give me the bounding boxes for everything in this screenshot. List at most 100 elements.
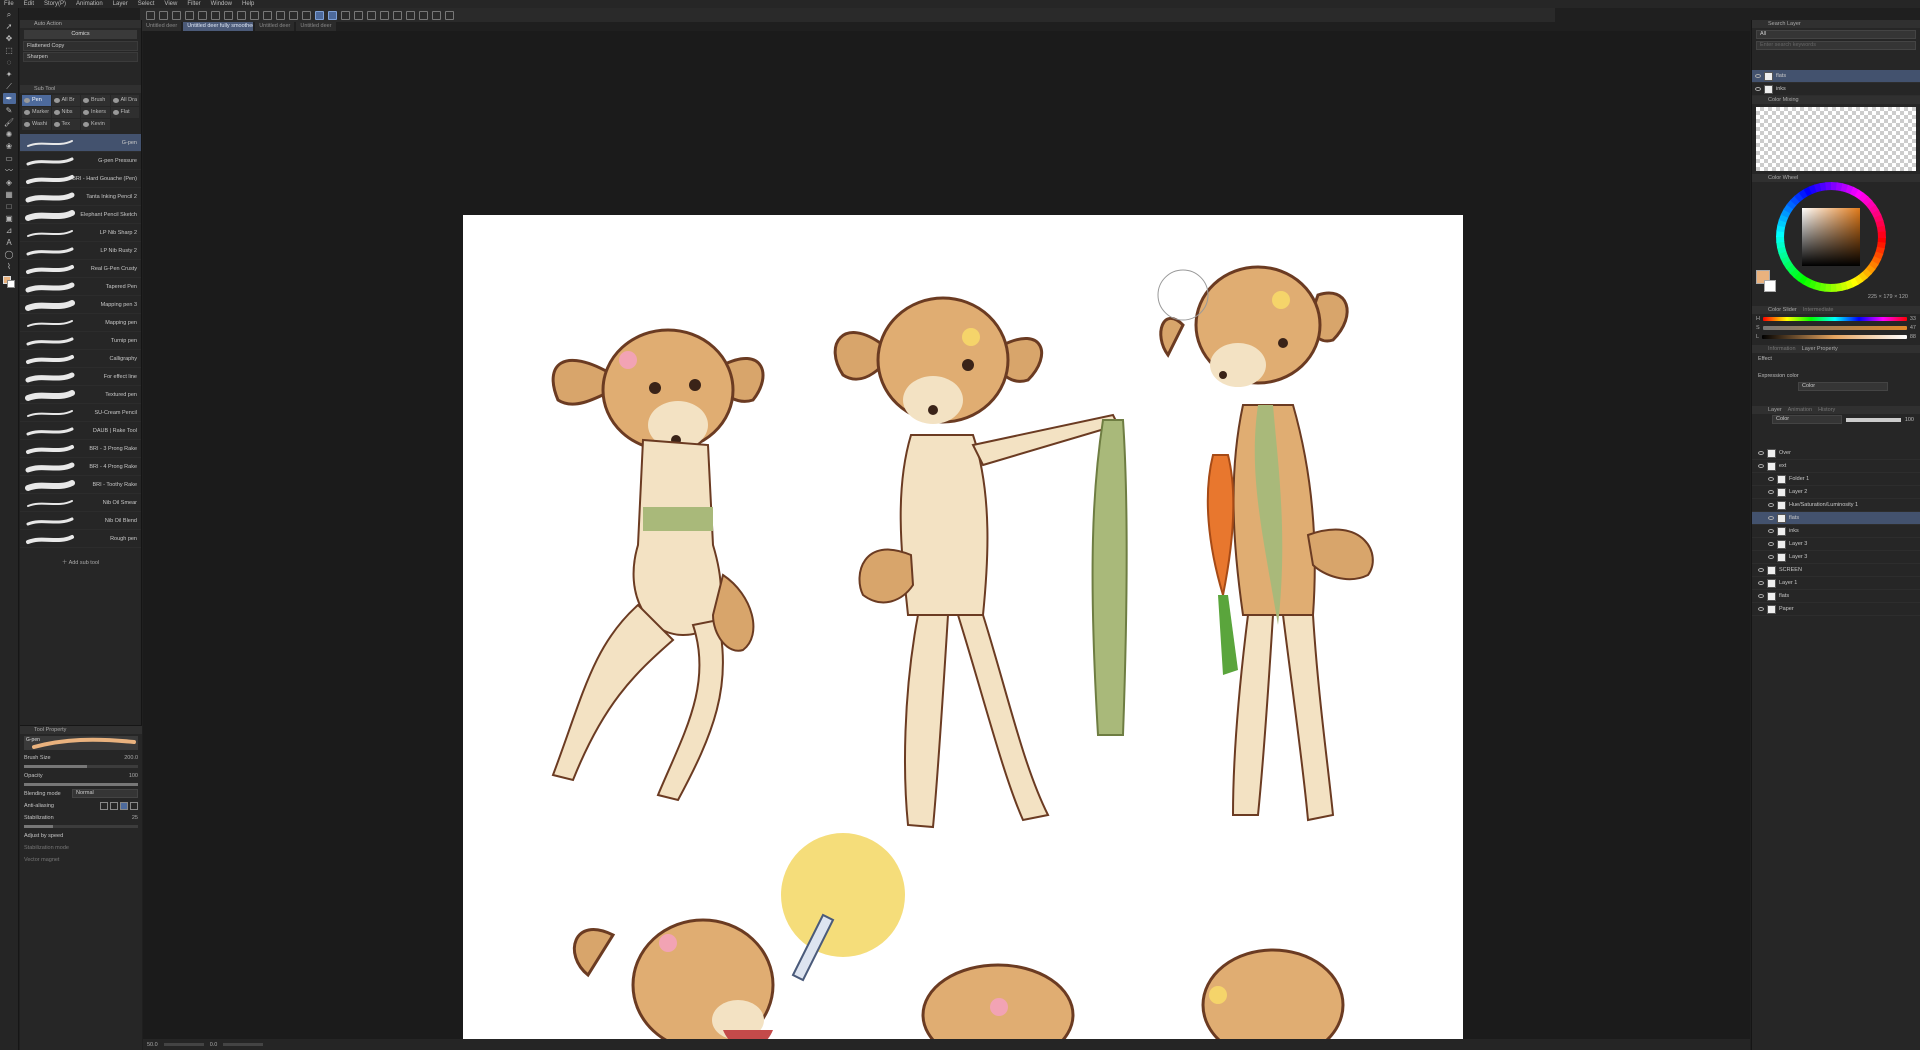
brush-size-row[interactable]: Brush Size 200.0	[24, 753, 138, 762]
visibility-eye-icon[interactable]	[1758, 607, 1764, 611]
layer-row[interactable]: SCREEN	[1752, 564, 1920, 577]
opacity-slider[interactable]	[24, 783, 138, 786]
lasso-tool-icon[interactable]: ◌	[3, 57, 16, 68]
brush-item[interactable]: DAUB | Rake Tool	[20, 422, 141, 440]
brush-item[interactable]: Textured pen	[20, 386, 141, 404]
invert-selection-icon[interactable]	[263, 10, 272, 20]
crop-icon[interactable]	[276, 10, 285, 20]
auto-select-tool-icon[interactable]: ✦	[3, 69, 16, 80]
layer-row[interactable]: ext	[1752, 460, 1920, 473]
search-filter-select[interactable]: All	[1756, 30, 1916, 39]
auto-action-set-select[interactable]: Comics	[24, 30, 137, 39]
deselect-icon[interactable]	[250, 10, 259, 20]
stabilization-slider[interactable]	[24, 825, 138, 828]
antialias-none-icon[interactable]	[100, 801, 108, 810]
tab-information[interactable]: Information	[1768, 346, 1796, 352]
brush-item[interactable]: Tapered Pen	[20, 278, 141, 296]
pen-tool-icon[interactable]: ✒	[2, 93, 16, 104]
antialias-medium-icon[interactable]	[120, 801, 128, 810]
visibility-eye-icon[interactable]	[1768, 555, 1774, 559]
save-icon[interactable]	[185, 10, 194, 20]
layer-opacity-value[interactable]: 100	[1905, 417, 1914, 423]
search-keyword-input[interactable]: Enter search keywords	[1756, 41, 1916, 50]
visibility-eye-icon[interactable]	[1755, 87, 1761, 91]
brush-tool-icon[interactable]: 🖌	[3, 117, 16, 128]
stabilization-value[interactable]: 25	[132, 815, 138, 821]
tab-animation[interactable]: Animation	[1788, 407, 1812, 413]
visibility-eye-icon[interactable]	[1768, 529, 1774, 533]
subtool-tab[interactable]: All Dra	[110, 95, 139, 106]
layer-blend-select[interactable]: Color	[1772, 415, 1842, 424]
tab-intermediate[interactable]: Intermediate	[1803, 307, 1834, 313]
auto-action-item[interactable]: Sharpen	[23, 52, 138, 62]
luminosity-slider-row[interactable]: L 88	[1752, 332, 1920, 341]
menu-view[interactable]: View	[164, 1, 177, 7]
adjust-speed-row[interactable]: Adjust by speed	[24, 831, 138, 840]
brush-item[interactable]: Rough pen	[20, 530, 141, 548]
brush-item[interactable]: G-pen	[20, 134, 141, 152]
add-subtool-button[interactable]: ＋ Add sub tool	[20, 558, 141, 566]
layer-row[interactable]: Layer 2	[1752, 486, 1920, 499]
menu-animation[interactable]: Animation	[76, 1, 103, 7]
frame-tool-icon[interactable]: ▣	[3, 213, 16, 224]
doc-tab-2[interactable]: Untitled deer fully smoothed	[183, 22, 254, 31]
clear-icon[interactable]	[224, 10, 233, 20]
tab-layer-property[interactable]: Layer Property	[1802, 346, 1838, 352]
brush-item[interactable]: Nib Oil Smear	[20, 494, 141, 512]
sub-color-chip[interactable]	[1764, 280, 1776, 292]
brush-item[interactable]: Turnip pen	[20, 332, 141, 350]
brush-item[interactable]: Calligraphy	[20, 350, 141, 368]
auto-action-item[interactable]: Flattened Copy	[23, 41, 138, 51]
visibility-eye-icon[interactable]	[1758, 451, 1764, 455]
brush-item[interactable]: Tanta Inking Pencil 2	[20, 188, 141, 206]
brush-item[interactable]: BRI - 4 Prong Rake	[20, 458, 141, 476]
antialias-strong-icon[interactable]	[130, 801, 138, 810]
visibility-eye-icon[interactable]	[1768, 516, 1774, 520]
move-layer-tool-icon[interactable]: ✥	[3, 33, 16, 44]
layer-row[interactable]: Layer 3	[1752, 538, 1920, 551]
hue-slider-row[interactable]: H 33	[1752, 314, 1920, 323]
pencil-tool-icon[interactable]: ✎	[3, 105, 16, 116]
brush-item[interactable]: BRI - Hard Gouache (Pen)	[20, 170, 141, 188]
visibility-eye-icon[interactable]	[1758, 464, 1764, 468]
blend-tool-icon[interactable]: 〰	[3, 165, 16, 176]
selection-tool-icon[interactable]: ⬚	[3, 45, 16, 56]
doc-tab-4[interactable]: Untitled deer	[296, 22, 336, 31]
fill-icon[interactable]	[289, 10, 298, 20]
eraser-tool-icon[interactable]: ▭	[3, 153, 16, 164]
vector-magnet-row[interactable]: Vector magnet	[24, 855, 138, 864]
brush-item[interactable]: Elephant Pencil Sketch	[20, 206, 141, 224]
search-result-layer[interactable]: inks	[1752, 83, 1920, 96]
layer-row[interactable]: Hue/Saturation/Luminosity 1	[1752, 499, 1920, 512]
undo-icon[interactable]	[198, 10, 207, 20]
reference-icon[interactable]	[432, 10, 441, 20]
brush-item[interactable]: BRI - Toothy Rake	[20, 476, 141, 494]
saturation-slider[interactable]	[1762, 325, 1907, 330]
visibility-eye-icon[interactable]	[1755, 74, 1761, 78]
doc-tab-3[interactable]: Untitled deer	[255, 22, 295, 31]
transform-icon[interactable]	[237, 10, 246, 20]
sub-color-swatch[interactable]	[7, 280, 15, 288]
text-tool-icon[interactable]: A	[3, 237, 16, 248]
luminosity-slider[interactable]	[1762, 334, 1907, 339]
visibility-eye-icon[interactable]	[1758, 581, 1764, 585]
brush-item[interactable]: LP Nib Rusty 2	[20, 242, 141, 260]
opacity-row[interactable]: Opacity 100	[24, 771, 138, 780]
brush-item[interactable]: BRI - 3 Prong Rake	[20, 440, 141, 458]
color-wheel-graphic[interactable]	[1752, 182, 1920, 306]
layer-row[interactable]: Layer 3	[1752, 551, 1920, 564]
eyedropper-tool-icon[interactable]: ⟋	[3, 81, 16, 92]
subtool-tab[interactable]: Marker	[22, 107, 51, 118]
brush-item[interactable]: For effect line	[20, 368, 141, 386]
subtool-tab[interactable]: Flat	[110, 107, 139, 118]
search-result-layer[interactable]: flats	[1752, 70, 1920, 83]
brush-item[interactable]: SU-Cream Pencil	[20, 404, 141, 422]
layer-opacity-slider[interactable]	[1846, 417, 1901, 422]
flip-icon[interactable]	[419, 10, 428, 20]
tab-layer[interactable]: Layer	[1768, 407, 1782, 413]
visibility-eye-icon[interactable]	[1768, 490, 1774, 494]
tab-history[interactable]: History	[1818, 407, 1835, 413]
subtool-tab[interactable]: Brush	[81, 95, 110, 106]
rotation-slider[interactable]	[223, 1043, 264, 1046]
brush-item[interactable]: Nib Oil Blend	[20, 512, 141, 530]
